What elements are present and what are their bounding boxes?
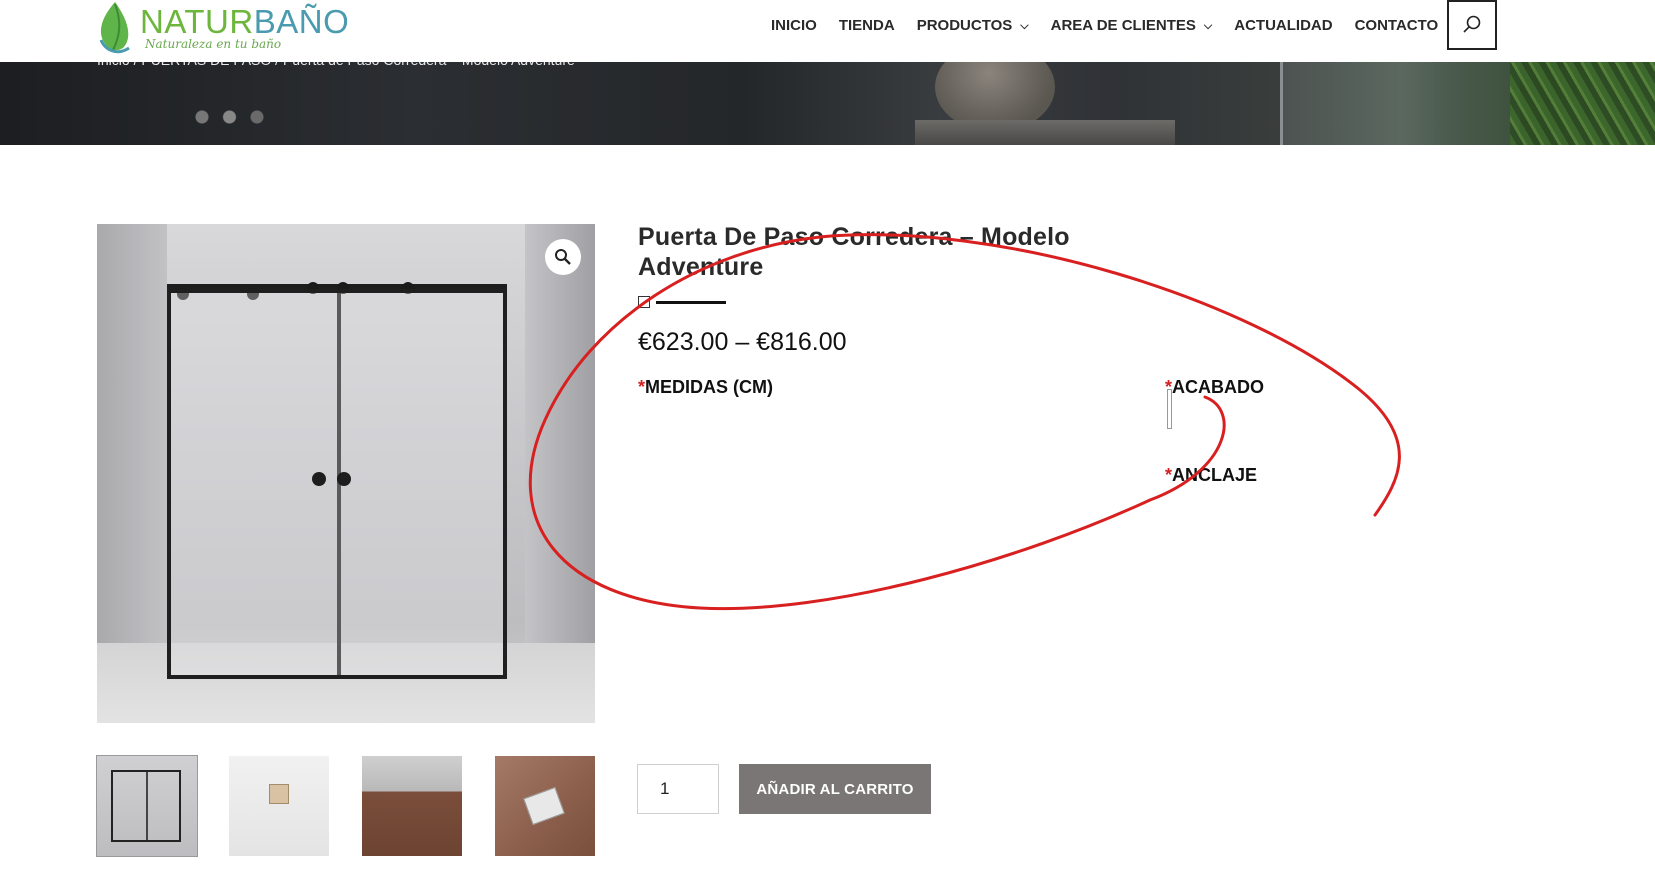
option-label-acabado: *ACABADO xyxy=(1165,377,1265,397)
chevron-down-icon: ⌵ xyxy=(1203,20,1213,32)
option-label-anclaje: *ANCLAJE xyxy=(1165,465,1258,485)
quantity-input[interactable]: 1 xyxy=(637,764,719,814)
option-label-medidas: *MEDIDAS (CM) xyxy=(638,377,774,397)
chevron-down-icon: ⌵ xyxy=(1020,20,1029,32)
image-detail xyxy=(97,224,167,644)
required-marker: * xyxy=(638,377,646,397)
required-marker: * xyxy=(1165,465,1173,485)
banner-decoration xyxy=(1280,62,1520,145)
logo-tagline: Naturaleza en tu baño xyxy=(145,37,282,51)
thumbnail-4[interactable] xyxy=(495,756,595,856)
nav-item-contacto[interactable]: CONTACTO xyxy=(1355,17,1439,34)
image-detail xyxy=(111,770,181,842)
checkbox-icon xyxy=(638,296,650,308)
divider xyxy=(656,300,726,304)
banner-decoration xyxy=(180,102,290,132)
product-page: NATURBAÑO Naturaleza en tu baño INICIO T… xyxy=(0,0,1655,872)
add-to-cart-button[interactable]: AÑADIR AL CARRITO xyxy=(739,764,931,814)
image-detail xyxy=(269,784,289,804)
image-detail xyxy=(312,472,326,486)
logo-wordmark: NATURBAÑO xyxy=(140,3,350,40)
product-title: Puerta De Paso Corredera – Modelo Advent… xyxy=(638,223,1070,281)
thumbnail-2[interactable] xyxy=(229,756,329,856)
product-main-image[interactable] xyxy=(97,224,595,723)
search-button[interactable] xyxy=(1447,0,1497,50)
rating-placeholder xyxy=(638,296,726,308)
main-navigation: INICIO TIENDA PRODUCTOS ⌵ AREA DE CLIENTE… xyxy=(771,17,1460,34)
nav-item-actualidad[interactable]: ACTUALIDAD xyxy=(1234,17,1332,34)
nav-item-productos[interactable]: PRODUCTOS ⌵ xyxy=(917,17,1029,34)
thumbnail-3[interactable] xyxy=(362,756,462,856)
banner-decoration xyxy=(915,120,1175,145)
site-logo[interactable]: NATURBAÑO Naturaleza en tu baño xyxy=(95,0,355,56)
nav-item-area-de-clientes[interactable]: AREA DE CLIENTES ⌵ xyxy=(1051,17,1213,34)
hero-banner xyxy=(0,62,1655,145)
image-detail xyxy=(337,472,351,486)
site-header: NATURBAÑO Naturaleza en tu baño INICIO T… xyxy=(0,0,1655,62)
zoom-button[interactable] xyxy=(545,239,581,275)
search-icon xyxy=(1463,15,1481,33)
leaf-logo-icon xyxy=(99,2,130,54)
nav-item-tienda[interactable]: TIENDA xyxy=(839,17,895,34)
acabado-field[interactable] xyxy=(1167,389,1172,429)
thumbnail-1[interactable] xyxy=(96,755,198,857)
product-price: €623.00 – €816.00 xyxy=(638,328,847,356)
zoom-icon xyxy=(555,249,571,265)
nav-item-inicio[interactable]: INICIO xyxy=(771,17,817,34)
banner-decoration xyxy=(1510,62,1655,145)
image-detail xyxy=(167,289,507,679)
image-detail xyxy=(523,787,565,825)
image-detail xyxy=(525,224,595,644)
